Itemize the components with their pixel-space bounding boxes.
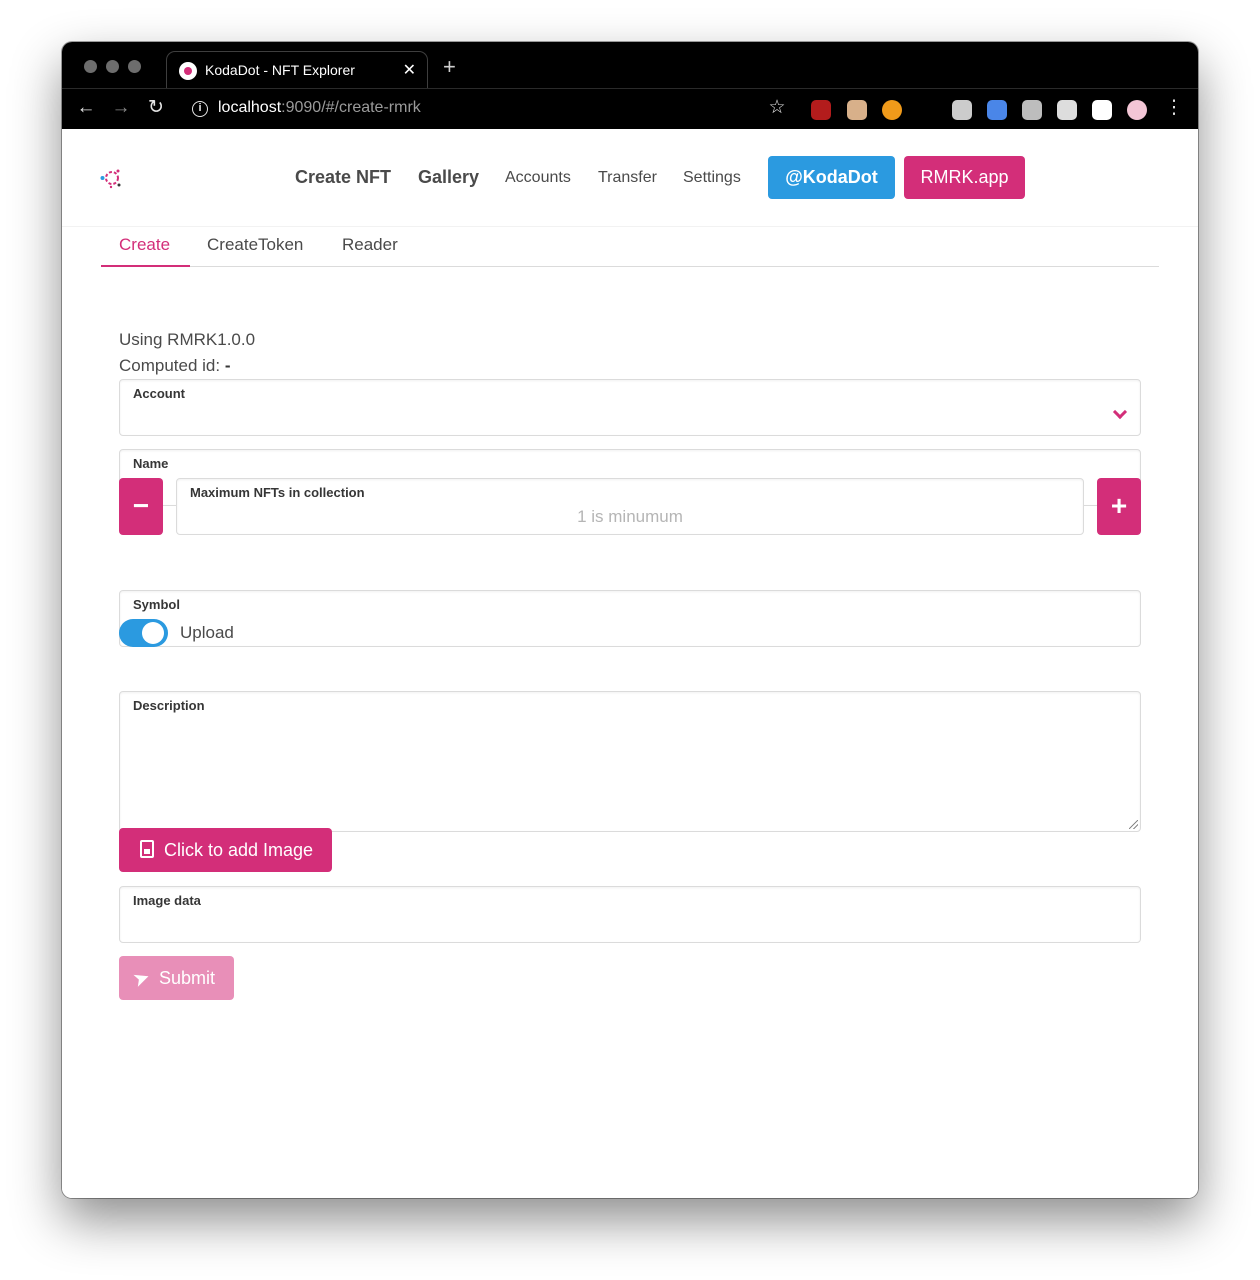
top-navbar: Create NFT Gallery Accounts Transfer Set… [62,129,1198,227]
nav-create-nft[interactable]: Create NFT [295,167,391,188]
computed-id-label: Computed id: [119,356,221,375]
back-icon[interactable]: ← [74,97,98,119]
reload-icon[interactable]: ↻ [144,97,168,119]
image-data-field[interactable]: Image data [119,886,1141,943]
address-bar[interactable]: localhost:9090/#/create-rmrk [218,99,421,117]
forward-icon[interactable]: → [109,97,133,119]
page-content: Create NFT Gallery Accounts Transfer Set… [62,129,1198,1198]
max-nfts-label: Maximum NFTs in collection [190,485,365,500]
kodadot-logo-icon[interactable] [100,167,122,189]
tab-create[interactable]: Create [119,235,170,255]
tab-title: KodaDot - NFT Explorer [205,62,355,78]
account-select[interactable]: Account [119,379,1141,436]
rmrk-app-button[interactable]: RMRK.app [904,156,1025,199]
bookmark-star-icon[interactable]: ☆ [765,97,789,119]
maximize-window-dot[interactable] [128,60,141,73]
description-textarea[interactable]: Description [119,691,1141,832]
upload-toggle[interactable] [119,619,168,647]
translate-icon[interactable] [987,100,1007,120]
computed-id-value: - [224,356,231,375]
max-nfts-field[interactable]: Maximum NFTs in collection 1 is minumum [176,478,1084,535]
tab-close-icon[interactable]: ✕ [403,60,416,80]
submit-button[interactable]: ➤ Submit [119,956,234,1000]
image-file-icon [140,840,154,858]
rmrk-version-text: Using RMRK1.0.0 [119,330,256,349]
pixel-face-icon[interactable] [847,100,867,120]
stormtrooper-icon[interactable] [1057,100,1077,120]
cube-icon[interactable] [1022,100,1042,120]
url-path: :9090/#/create-rmrk [281,99,421,116]
chevron-down-icon[interactable] [1112,404,1128,420]
nav-accounts[interactable]: Accounts [505,169,571,187]
new-tab-icon[interactable]: + [443,56,456,78]
image-data-label: Image data [133,893,201,908]
add-image-button[interactable]: Click to add Image [119,828,332,872]
minimize-window-dot[interactable] [106,60,119,73]
decrement-button[interactable]: − [119,478,163,535]
nav-settings[interactable]: Settings [683,169,741,187]
account-label: Account [133,386,185,401]
upload-label: Upload [180,623,234,642]
active-tab-underline [101,265,190,267]
tab-createtoken[interactable]: CreateToken [207,235,303,255]
profile-avatar-icon[interactable] [1127,100,1147,120]
description-label: Description [133,698,205,713]
puzzle-icon[interactable] [1092,100,1112,120]
browser-toolbar: ← → ↻ i localhost:9090/#/create-rmrk ☆ ⋮ [62,88,1198,129]
computed-id-row: Computed id: - [119,356,231,376]
coin-icon[interactable] [882,100,902,120]
paper-plane-icon: ➤ [129,965,154,993]
symbol-field[interactable]: Symbol [119,590,1141,647]
increment-button[interactable]: + [1097,478,1141,535]
layers-icon[interactable] [952,100,972,120]
site-info-icon[interactable]: i [192,101,208,117]
name-label: Name [133,456,169,471]
browser-tab[interactable]: KodaDot - NFT Explorer ✕ [166,51,428,89]
ublock-icon[interactable] [811,100,831,120]
tab-reader[interactable]: Reader [342,235,398,255]
url-host: localhost [218,99,282,116]
add-image-label: Click to add Image [164,840,314,860]
resize-handle-icon[interactable] [1129,820,1138,829]
chrome-menu-icon[interactable]: ⋮ [1162,97,1186,119]
create-tabs: Create CreateToken Reader [101,227,1159,267]
nav-transfer[interactable]: Transfer [598,169,657,187]
tab-strip: KodaDot - NFT Explorer ✕ + [62,42,1198,89]
kodadot-favicon-icon [179,62,197,80]
symbol-label: Symbol [133,597,180,612]
nav-gallery[interactable]: Gallery [418,167,479,188]
max-nfts-placeholder: 1 is minumum [577,507,683,526]
close-window-dot[interactable] [84,60,97,73]
browser-window: KodaDot - NFT Explorer ✕ + ← → ↻ i local… [62,42,1198,1198]
submit-label: Submit [159,968,216,988]
kodadot-button[interactable]: @KodaDot [768,156,895,199]
toggle-knob [142,622,164,644]
